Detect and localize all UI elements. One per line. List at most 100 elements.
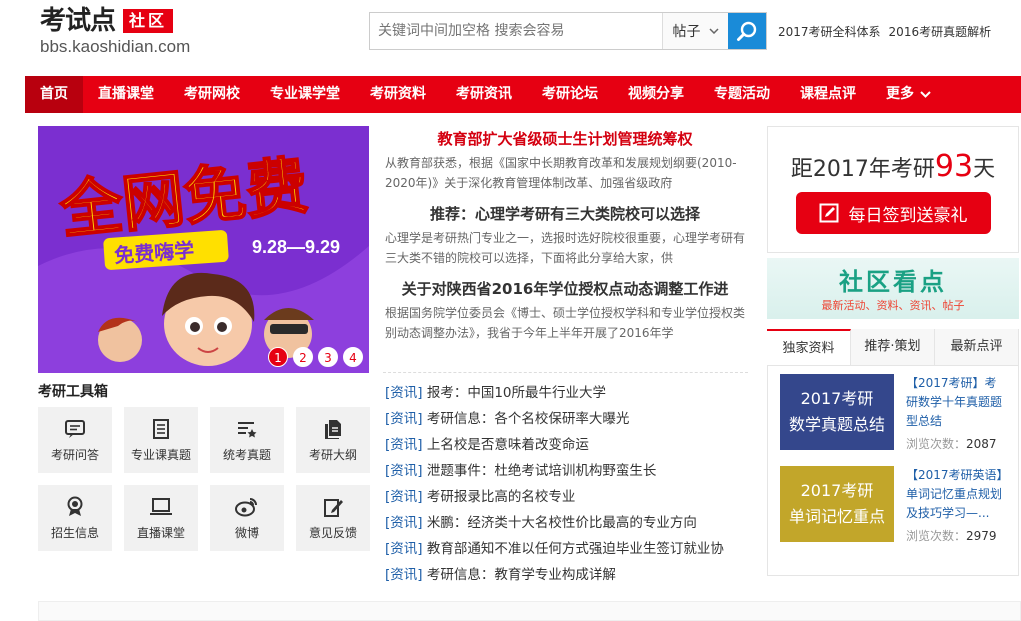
kandian-title: 社区看点	[839, 268, 947, 296]
hot-link[interactable]: 2016考研真题解析	[889, 23, 992, 40]
tool-feedback[interactable]: 意见反馈	[296, 485, 370, 551]
main-nav: 首页 直播课堂 考研网校 专业课学堂 考研资料 考研资讯 考研论坛 视频分享 专…	[25, 76, 1021, 113]
list-item[interactable]: [资讯] 考研报录比高的名校专业	[385, 484, 750, 510]
news-title[interactable]: 教育部扩大省级硕士生计划管理统筹权	[385, 127, 745, 151]
nav-item-live[interactable]: 直播课堂	[83, 76, 169, 113]
nav-item-video[interactable]: 视频分享	[613, 76, 699, 113]
logo-badge: 社区	[123, 9, 174, 33]
card-views: 浏览次数：2979	[906, 527, 1006, 544]
list-item[interactable]: [资讯] 米鹏：经济类十大名校性价比最高的专业方向	[385, 510, 750, 536]
tool-major-exam[interactable]: 专业课真题	[124, 407, 198, 473]
list-text: 上名校是否意味着改变命运	[426, 437, 589, 453]
search-bar: 帖子	[369, 12, 767, 50]
news-item: 教育部扩大省级硕士生计划管理统筹权 从教育部获悉，根据《国家中长期教育改革和发展…	[385, 127, 745, 193]
tool-admissions[interactable]: 招生信息	[38, 485, 112, 551]
search-type-select[interactable]: 帖子	[662, 13, 728, 49]
tab-recommended[interactable]: 推荐·策划	[851, 329, 935, 365]
chevron-down-icon	[708, 28, 719, 34]
laptop-icon	[150, 497, 172, 515]
edit-icon	[324, 498, 343, 517]
toolbox-title: 考研工具箱	[38, 384, 108, 400]
carousel-dot[interactable]: 3	[318, 347, 338, 367]
list-tag: [资讯]	[385, 463, 423, 479]
countdown-suffix: 天	[973, 157, 996, 182]
card-title[interactable]: 【2017考研】考研数学十年真题题型总结	[906, 374, 1006, 431]
news-list: [资讯] 报考：中国10所最牛行业大学 [资讯] 考研信息：各个名校保研率大曝光…	[385, 380, 750, 588]
list-tag: [资讯]	[385, 437, 423, 453]
promo-banner[interactable]: 全网免费 免费嗨学 9.28—9.29 1 2 3 4	[38, 126, 369, 373]
resource-cards: 2017考研 数学真题总结 【2017考研】考研数学十年真题题型总结 浏览次数：…	[767, 366, 1019, 576]
nav-item-forum[interactable]: 考研论坛	[527, 76, 613, 113]
tab-latest-reviews[interactable]: 最新点评	[935, 329, 1019, 365]
list-text: 考研信息：教育学专业构成详解	[426, 567, 616, 583]
nav-item-home[interactable]: 首页	[25, 76, 83, 113]
logo-text: 考试点	[40, 6, 116, 36]
list-text: 泄题事件：杜绝考试培训机构野蛮生长	[426, 463, 657, 479]
views-count: 2087	[966, 437, 997, 451]
card-views: 浏览次数：2087	[906, 435, 1006, 452]
hot-link[interactable]: 2017考研全科体系	[778, 23, 881, 40]
tool-weibo[interactable]: 微博	[210, 485, 284, 551]
edit-square-icon	[819, 203, 838, 223]
news-desc: 从教育部获悉，根据《国家中长期教育改革和发展规划纲要(2010-2020年)》关…	[385, 156, 737, 190]
card-title[interactable]: 【2017考研英语】单词记忆重点规划及技巧学习—...	[906, 466, 1006, 523]
search-type-label: 帖子	[672, 24, 701, 40]
tool-label: 意见反馈	[308, 525, 357, 540]
list-item[interactable]: [资讯] 考研信息：各个名校保研率大曝光	[385, 406, 750, 432]
community-highlights-banner[interactable]: 社区看点 最新活动、资料、资讯、帖子	[767, 258, 1019, 319]
content-tabs: 独家资料 推荐·策划 最新点评	[767, 329, 1019, 366]
list-item[interactable]: [资讯] 上名校是否意味着改变命运	[385, 432, 750, 458]
nav-item-school[interactable]: 考研网校	[169, 76, 255, 113]
right-sidebar: 距2017年考研93天 每日签到送豪礼 社区看点 最新活动、资料、资讯、帖子 独…	[767, 126, 1019, 576]
news-title[interactable]: 关于对陕西省2016年学位授权点动态调整工作进	[385, 277, 745, 301]
tool-label: 专业课真题	[130, 447, 191, 462]
list-text: 报考：中国10所最牛行业大学	[426, 385, 607, 401]
tool-unified-exam[interactable]: 统考真题	[210, 407, 284, 473]
nav-item-reviews[interactable]: 课程点评	[785, 76, 871, 113]
site-logo[interactable]: 考试点 社区 bbs.kaoshidian.com	[40, 6, 190, 57]
nav-more-label: 更多	[886, 86, 914, 102]
news-desc: 心理学是考研热门专业之一，选报时选好院校很重要，心理学考研有三大类不错的院校可以…	[385, 231, 745, 265]
list-tag: [资讯]	[385, 489, 423, 505]
views-count: 2979	[966, 529, 997, 543]
tab-exclusive[interactable]: 独家资料	[767, 329, 851, 365]
tool-qa[interactable]: 考研问答	[38, 407, 112, 473]
tool-label: 考研问答	[50, 447, 99, 462]
news-item: 关于对陕西省2016年学位授权点动态调整工作进 根据国务院学位委员会《博士、硕士…	[385, 277, 745, 343]
list-item[interactable]: [资讯] 报考：中国10所最牛行业大学	[385, 380, 750, 406]
carousel-dot[interactable]: 4	[343, 347, 363, 367]
signin-label: 每日签到送豪礼	[848, 205, 968, 226]
tool-label: 直播课堂	[136, 525, 185, 540]
news-title[interactable]: 推荐：心理学考研有三大类院校可以选择	[385, 202, 745, 226]
list-item[interactable]: [资讯] 教育部通知不准以任何方式强迫毕业生签订就业协	[385, 536, 750, 562]
list-item[interactable]: [资讯] 考研信息：教育学专业构成详解	[385, 562, 750, 588]
chevron-down-icon	[920, 91, 931, 98]
nav-item-materials[interactable]: 考研资料	[355, 76, 441, 113]
search-button[interactable]	[728, 13, 766, 49]
documents-icon	[325, 419, 341, 439]
search-input[interactable]	[370, 13, 662, 49]
document-list-icon	[153, 418, 169, 439]
resource-card[interactable]: 2017考研 单词记忆重点 【2017考研英语】单词记忆重点规划及技巧学习—..…	[780, 466, 1006, 544]
nav-item-major[interactable]: 专业课学堂	[255, 76, 355, 113]
news-item: 推荐：心理学考研有三大类院校可以选择 心理学是考研热门专业之一，选报时选好院校很…	[385, 202, 745, 268]
headline-news: 教育部扩大省级硕士生计划管理统筹权 从教育部获悉，根据《国家中长期教育改革和发展…	[385, 127, 745, 352]
logo-url: bbs.kaoshidian.com	[40, 37, 191, 56]
banner-date: 9.28—9.29	[252, 237, 340, 257]
nav-item-more[interactable]: 更多	[871, 76, 946, 113]
list-item[interactable]: [资讯] 泄题事件：杜绝考试培训机构野蛮生长	[385, 458, 750, 484]
views-label: 浏览次数：	[906, 529, 967, 543]
exam-countdown: 距2017年考研93天 每日签到送豪礼	[767, 126, 1019, 253]
tool-label: 招生信息	[50, 525, 99, 540]
daily-signin-button[interactable]: 每日签到送豪礼	[795, 192, 991, 234]
kandian-subtitle: 最新活动、资料、资讯、帖子	[821, 299, 965, 312]
tool-live[interactable]: 直播课堂	[124, 485, 198, 551]
tool-outline[interactable]: 考研大纲	[296, 407, 370, 473]
star-list-icon	[238, 421, 257, 437]
carousel-dot[interactable]: 1	[268, 347, 288, 367]
carousel-dot[interactable]: 2	[293, 347, 313, 367]
resource-card[interactable]: 2017考研 数学真题总结 【2017考研】考研数学十年真题题型总结 浏览次数：…	[780, 374, 1006, 452]
nav-item-events[interactable]: 专题活动	[699, 76, 785, 113]
bottom-panel	[38, 601, 1021, 621]
nav-item-news[interactable]: 考研资讯	[441, 76, 527, 113]
